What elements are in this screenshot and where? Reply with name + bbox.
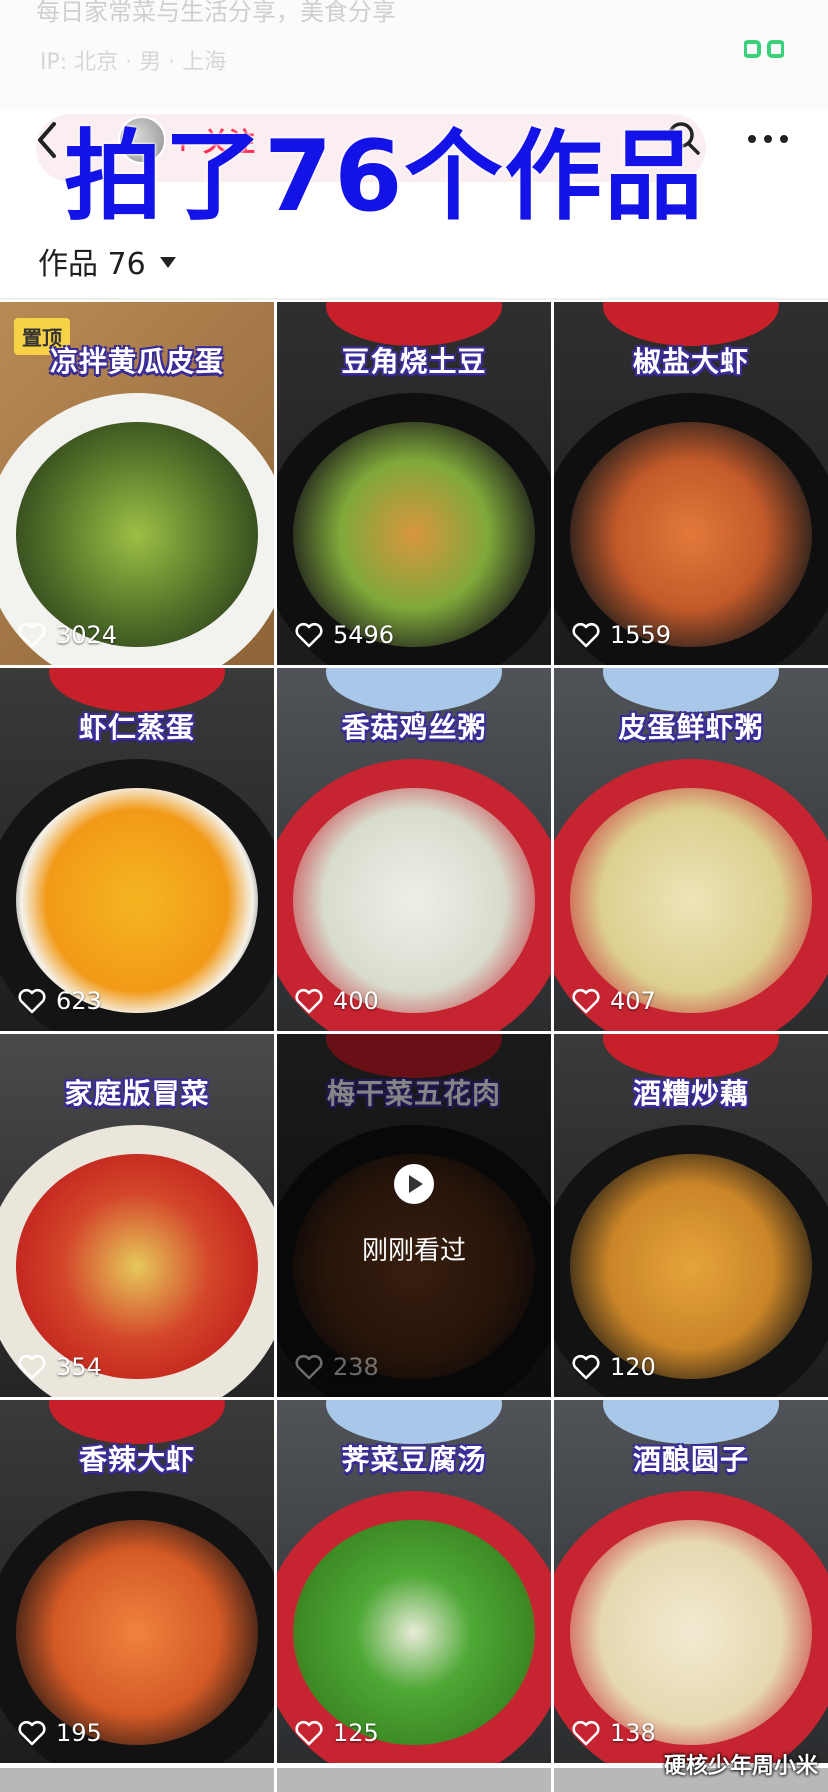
video-tile[interactable]: 豆角烧土豆 5496 [277,302,551,665]
like-count: 5496 [295,621,394,649]
video-tile[interactable]: 皮蛋鲜虾粥 407 [554,668,828,1031]
like-count-value: 354 [56,1353,102,1381]
food [293,1519,535,1745]
like-count: 400 [295,987,379,1015]
like-count: 238 [295,1353,379,1381]
heart-icon [295,1354,323,1380]
like-count: 3024 [18,621,117,649]
video-tile[interactable]: 置顶 凉拌黄瓜皮蛋 3024 [0,302,274,665]
food [570,1153,812,1379]
food [570,421,812,647]
dish-title: 香辣大虾 [78,1443,195,1476]
video-tile[interactable]: 香菇鸡丝粥 400 [277,668,551,1031]
heart-icon [18,1354,46,1380]
like-count: 1559 [572,621,671,649]
like-count-value: 3024 [56,621,118,649]
caret-down-icon [159,256,176,268]
heart-icon [295,988,323,1014]
heart-icon [572,622,600,648]
tab-works-label: 作品 76 [38,247,146,282]
more-dots-icon[interactable] [746,132,790,146]
dish-title: 虾仁蒸蛋 [78,711,195,744]
like-count: 195 [18,1719,102,1747]
profile-stats: IP: 北京 · 男 · 上海 [40,50,227,75]
tab-works[interactable]: 作品 76 [38,240,176,282]
like-count-value: 138 [610,1719,656,1747]
food [293,787,535,1013]
video-thumbnail-partial[interactable] [277,1768,551,1792]
like-count: 623 [18,987,102,1015]
like-count: 138 [572,1719,656,1747]
food [16,787,258,1013]
video-tile[interactable]: 香辣大虾 195 [0,1400,274,1763]
dish-title: 荠菜豆腐汤 [341,1443,487,1476]
dim-overlay [277,1034,551,1397]
dish-title: 酒酿圆子 [632,1443,749,1476]
food [16,421,258,647]
heart-icon [572,988,600,1014]
video-tile[interactable]: 虾仁蒸蛋 623 [0,668,274,1031]
like-count: 407 [572,987,656,1015]
food [293,421,535,647]
heart-icon [18,622,46,648]
like-count-value: 195 [56,1719,102,1747]
dish-title: 香菇鸡丝粥 [341,711,487,744]
dish-title: 凉拌黄瓜皮蛋 [49,345,224,378]
video-tile-recently-viewed[interactable]: 梅干菜五花肉 刚刚看过 238 [277,1034,551,1397]
like-count-value: 238 [333,1353,379,1381]
like-count-value: 623 [56,987,102,1015]
like-count: 354 [18,1353,102,1381]
video-tile[interactable]: 荠菜豆腐汤 125 [277,1400,551,1763]
like-count-value: 1559 [610,621,672,649]
heart-icon [295,1720,323,1746]
like-count: 120 [572,1353,656,1381]
dish-title: 酒糟炒藕 [632,1077,749,1110]
food [570,1519,812,1745]
video-tile[interactable]: 家庭版冒菜 354 [0,1034,274,1397]
food [16,1153,258,1379]
watermark: 硬核少年周小米 [663,1754,818,1779]
video-thumbnail-partial[interactable] [0,1768,274,1792]
heart-icon [295,622,323,648]
like-count-value: 125 [333,1719,379,1747]
heart-icon [572,1354,600,1380]
heart-icon [18,988,46,1014]
heart-icon [18,1720,46,1746]
divider [0,298,828,300]
dish-title: 家庭版冒菜 [64,1077,210,1110]
like-count-value: 120 [610,1353,656,1381]
food [570,787,812,1013]
profile-bio: 每日家常菜与生活分享，美食分享 [36,0,396,26]
dish-title: 椒盐大虾 [632,345,749,378]
like-count-value: 400 [333,987,379,1015]
video-tile[interactable]: 酒酿圆子 138 [554,1400,828,1763]
video-tile[interactable]: 酒糟炒藕 120 [554,1034,828,1397]
back-arrow-icon[interactable] [30,116,64,164]
like-count: 125 [295,1719,379,1747]
dish-title: 豆角烧土豆 [341,345,487,378]
video-tile[interactable]: 椒盐大虾 1559 [554,302,828,665]
recently-viewed-label: 刚刚看过 [361,1236,466,1266]
dish-title: 皮蛋鲜虾粥 [618,711,764,744]
overlay-caption: 拍了76个作品 [64,120,705,234]
video-grid: 置顶 凉拌黄瓜皮蛋 3024 豆角烧土豆 5496 椒盐大虾 1559 虾仁蒸蛋… [0,302,828,1763]
food [16,1519,258,1745]
like-count-value: 407 [610,987,656,1015]
heart-icon [572,1720,600,1746]
link-icon[interactable] [744,38,784,60]
like-count-value: 5496 [333,621,395,649]
play-icon[interactable] [394,1164,434,1204]
